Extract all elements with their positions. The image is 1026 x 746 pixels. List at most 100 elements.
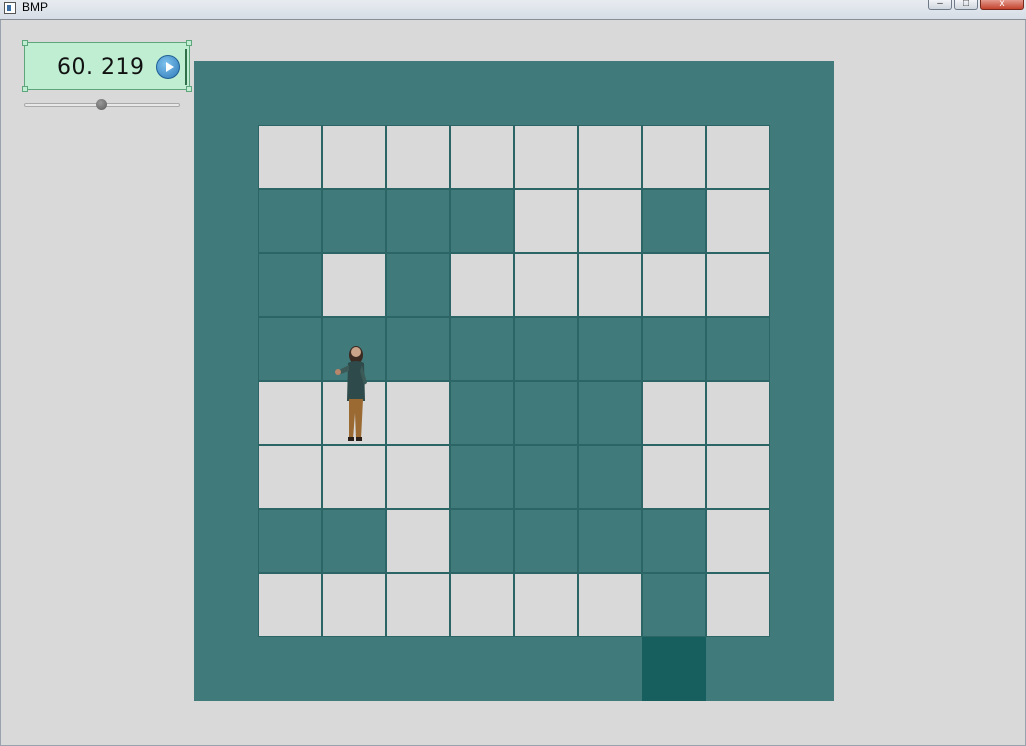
maze-cell-wall: [578, 637, 642, 701]
maximize-button[interactable]: □: [954, 0, 978, 10]
timer-panel: 60. 219: [22, 40, 192, 92]
maze-cell-wall: [258, 637, 322, 701]
maze-cell-empty: [642, 381, 706, 445]
maze-cell-wall: [194, 381, 258, 445]
maze-cell-wall: [450, 317, 514, 381]
maze-cell-empty: [258, 445, 322, 509]
maze-cell-wall: [194, 317, 258, 381]
maze-cell-empty: [578, 253, 642, 317]
maze-cell-wall: [450, 509, 514, 573]
maze-cell-wall: [770, 637, 834, 701]
maze-cell-empty: [386, 381, 450, 445]
maze-cell-wall: [642, 573, 706, 637]
maze-cell-empty: [578, 125, 642, 189]
maze-cell-wall: [706, 637, 770, 701]
maze-cell-empty: [258, 573, 322, 637]
maze-cell-wall: [450, 189, 514, 253]
maze-cell-empty: [642, 445, 706, 509]
maze-cell-wall: [514, 637, 578, 701]
maze-cell-wall: [386, 637, 450, 701]
maze-cell-empty: [450, 573, 514, 637]
maze-cell-empty: [386, 573, 450, 637]
resize-handle[interactable]: [22, 40, 28, 46]
maze-cell-empty: [386, 509, 450, 573]
maze-cell-wall: [642, 189, 706, 253]
maze-cell-empty: [706, 125, 770, 189]
title-bar: BMP – □ x: [0, 0, 1026, 20]
maze-cell-wall: [706, 61, 770, 125]
maze-cell-wall: [194, 253, 258, 317]
maze-cell-empty: [578, 573, 642, 637]
maze-cell-wall: [642, 509, 706, 573]
maze-cell-wall: [386, 61, 450, 125]
maze-cell-empty: [322, 573, 386, 637]
maze-cell-wall: [578, 317, 642, 381]
resize-handle[interactable]: [186, 40, 192, 46]
speed-slider[interactable]: [24, 98, 180, 112]
maze-cell-wall: [194, 189, 258, 253]
maze-cell-wall: [322, 637, 386, 701]
character-sprite: [334, 343, 374, 443]
maze-cell-wall: [514, 317, 578, 381]
maze-cell-wall: [770, 317, 834, 381]
maze-cell-empty: [450, 253, 514, 317]
maze-cell-wall: [258, 189, 322, 253]
maze-cell-wall: [386, 189, 450, 253]
maze-cell-wall: [194, 445, 258, 509]
maze-cell-wall: [770, 253, 834, 317]
close-button[interactable]: x: [980, 0, 1024, 10]
maze-cell-empty: [514, 189, 578, 253]
maze-cell-wall: [386, 253, 450, 317]
maze-cell-empty: [706, 509, 770, 573]
maze-cell-empty: [706, 189, 770, 253]
maze-cell-empty: [386, 125, 450, 189]
maze-cell-wall: [194, 125, 258, 189]
maze-cell-empty: [578, 189, 642, 253]
app-icon: [4, 2, 16, 14]
maze-cell-wall: [770, 573, 834, 637]
maze-cell-wall: [642, 61, 706, 125]
maze-cell-wall: [642, 317, 706, 381]
resize-handle[interactable]: [186, 86, 192, 92]
maze-cell-wall: [258, 317, 322, 381]
maze-cell-empty: [706, 573, 770, 637]
minimize-button[interactable]: –: [928, 0, 952, 10]
maze-cell-wall: [258, 509, 322, 573]
maze-cell-wall: [450, 381, 514, 445]
maze-cell-wall: [322, 189, 386, 253]
maze-cell-wall: [514, 61, 578, 125]
play-icon[interactable]: [156, 55, 180, 79]
maze-cell-wall: [770, 509, 834, 573]
resize-handle[interactable]: [22, 86, 28, 92]
maze-cell-wall: [578, 509, 642, 573]
maze-cell-wall: [194, 573, 258, 637]
maze-cell-wall: [578, 61, 642, 125]
timer-divider: [185, 49, 187, 85]
maze-cell-wall: [194, 61, 258, 125]
maze-cell-wall: [322, 509, 386, 573]
maze-cell-wall: [514, 509, 578, 573]
maze-board: [194, 61, 834, 701]
maze-cell-wall: [770, 445, 834, 509]
maze-cell-wall: [514, 381, 578, 445]
maze-cell-wall: [770, 125, 834, 189]
maze-cell-wall: [578, 381, 642, 445]
maze-cell-empty: [642, 125, 706, 189]
maze-cell-wall: [706, 317, 770, 381]
maze-cell-empty: [642, 253, 706, 317]
slider-thumb[interactable]: [96, 99, 107, 110]
timer-value: 60. 219: [57, 55, 145, 80]
maze-cell-empty: [514, 125, 578, 189]
maze-cell-empty: [706, 381, 770, 445]
maze-cell-empty: [450, 125, 514, 189]
maze-cell-wall: [578, 445, 642, 509]
maze-cell-wall: [770, 381, 834, 445]
maze-cell-wall: [258, 253, 322, 317]
maze-cell-wall: [450, 637, 514, 701]
maze-cell-empty: [322, 125, 386, 189]
maze-cell-empty: [706, 445, 770, 509]
maze-cell-wall: [194, 509, 258, 573]
maze-cell-wall: [514, 445, 578, 509]
maze-cell-empty: [258, 381, 322, 445]
maze-cell-wall: [386, 317, 450, 381]
